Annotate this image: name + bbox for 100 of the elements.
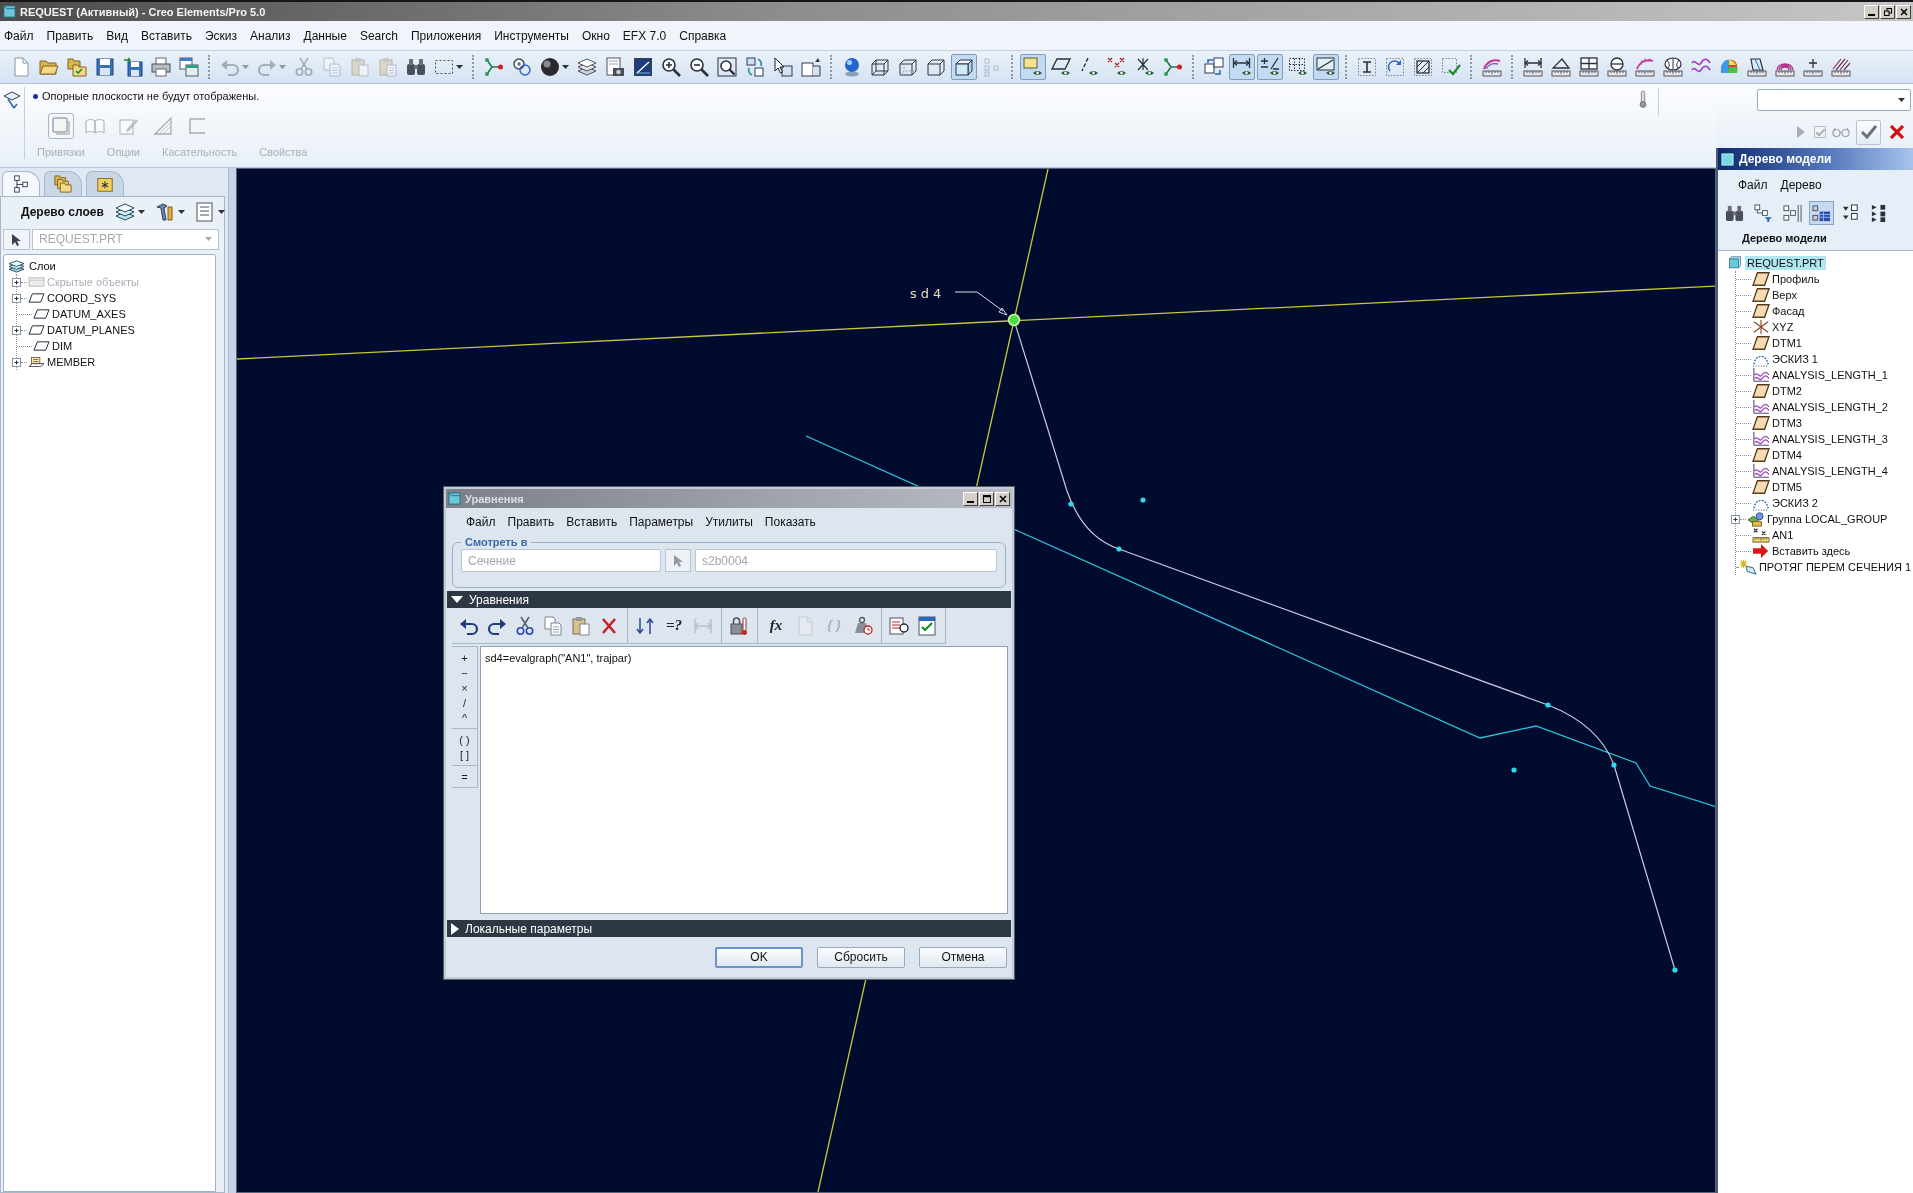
tree-item[interactable]: Фасад	[1770, 304, 1807, 318]
menu-item[interactable]: Править	[42, 25, 99, 46]
menu-item[interactable]: Вставить	[137, 25, 197, 46]
zoom-box-icon	[717, 57, 737, 77]
toolbar-button[interactable]: =?	[661, 612, 687, 639]
splitter-handle[interactable]	[228, 168, 236, 1193]
tree-item[interactable]: ANALYSIS_LENGTH_2	[1770, 400, 1890, 414]
menu-item[interactable]: Файл	[0, 25, 39, 46]
operator-button[interactable]: /	[452, 695, 477, 710]
menu-item[interactable]: Вид	[102, 25, 134, 46]
toolbar-button[interactable]	[1229, 54, 1255, 80]
section-header[interactable]: Локальные параметры	[447, 920, 1011, 937]
operator-button[interactable]: =	[452, 769, 477, 784]
clipboard-icon	[571, 615, 591, 636]
menu-item[interactable]: Данные	[299, 25, 352, 46]
menu-item[interactable]: Показать	[758, 513, 822, 531]
sphere-icon	[540, 57, 560, 77]
menu-item[interactable]: Дерево	[1776, 175, 1827, 195]
floppy-arrow-icon	[123, 57, 143, 77]
menu-item[interactable]: Окно	[577, 25, 615, 46]
tree-item[interactable]: DTM4	[1770, 448, 1804, 462]
square-eye-icon	[1023, 57, 1043, 77]
panel-tab[interactable]	[86, 171, 124, 196]
menu-item[interactable]: Эскиз	[200, 25, 242, 46]
dialog-button[interactable]: Сбросить	[817, 946, 905, 968]
tree-item[interactable]: ANALYSIS_LENGTH_3	[1770, 432, 1890, 446]
ball-pedestal-icon	[842, 57, 862, 77]
minimize-button[interactable]	[963, 491, 978, 506]
operator-button[interactable]: ×	[452, 680, 477, 695]
restore-button[interactable]	[1880, 4, 1895, 19]
menu-item[interactable]: Справка	[675, 25, 732, 46]
tree-item[interactable]: DTM3	[1770, 416, 1804, 430]
menu-item[interactable]: Анализ	[246, 25, 296, 46]
toolbar-button[interactable]	[1660, 54, 1686, 80]
section-header[interactable]: Уравнения	[447, 591, 1011, 608]
tree-item[interactable]: ЭСКИЗ 1	[1770, 352, 1820, 366]
menu-item[interactable]: Параметры	[623, 513, 700, 531]
toolbar-button[interactable]	[1576, 54, 1602, 80]
menu-item[interactable]: Утилиты	[699, 513, 759, 531]
menu-item[interactable]: Файл	[1734, 175, 1773, 195]
tree-item[interactable]: MEMBER	[45, 355, 98, 369]
tree-item[interactable]: DIM	[50, 339, 75, 353]
tree-item[interactable]: REQUEST.PRT	[1745, 256, 1826, 270]
undo-arrow-icon	[220, 57, 240, 77]
toolbar-button[interactable]	[951, 54, 977, 80]
panel-tab[interactable]	[2, 171, 40, 196]
tree-table-icon	[1812, 203, 1831, 223]
tree-item[interactable]: DATUM_AXES	[50, 307, 128, 321]
dialog-button[interactable]: OK	[715, 946, 803, 968]
operator-button[interactable]: ^	[452, 710, 477, 725]
toolbar-button[interactable]	[714, 54, 740, 80]
tree-item[interactable]: ANALYSIS_LENGTH_4	[1770, 464, 1890, 478]
equation-field[interactable]: sd4=evalgraph("AN1", trajpar)	[480, 646, 1008, 914]
menu-item[interactable]: Search	[355, 25, 403, 46]
tree-item[interactable]: ЭСКИЗ 2	[1770, 496, 1820, 510]
sort-arrows-icon	[635, 615, 655, 636]
tree-item[interactable]: DTM5	[1770, 480, 1804, 494]
toolbar-button[interactable]	[1257, 54, 1283, 80]
menu-item[interactable]: Вставить	[560, 513, 624, 531]
tree-item[interactable]: DTM1	[1770, 336, 1804, 350]
tolerance-eye-icon	[1260, 57, 1280, 77]
play-icon	[1797, 126, 1805, 138]
tree-item[interactable]: Верх	[1770, 288, 1799, 302]
status-message: Опорные плоскости не будут отображены.	[42, 90, 260, 102]
toolbar-button[interactable]	[1313, 54, 1339, 80]
operator-button[interactable]: [ ]	[452, 747, 477, 762]
combo-field[interactable]	[1757, 89, 1911, 111]
tree-item[interactable]: Слои	[27, 259, 58, 273]
confirm-button[interactable]	[1856, 119, 1881, 145]
tree-item[interactable]: DTM2	[1770, 384, 1804, 398]
binoculars-icon	[406, 57, 426, 77]
close-button[interactable]	[995, 491, 1010, 506]
tree-item[interactable]: ANALYSIS_LENGTH_1	[1770, 368, 1890, 382]
tree-item[interactable]: Вставить здесь	[1770, 544, 1853, 558]
tree-item[interactable]: ПРОТЯГ ПЕРЕМ СЕЧЕНИЯ 1	[1756, 560, 1913, 574]
close-button[interactable]	[1896, 4, 1911, 19]
maximize-button[interactable]	[979, 491, 994, 506]
tree-item[interactable]: Группа LOCAL_GROUP	[1765, 512, 1890, 526]
operator-button[interactable]: −	[452, 665, 477, 680]
menu-item[interactable]: Приложения	[406, 25, 487, 46]
operator-button[interactable]: +	[452, 650, 477, 665]
select-arrow-button[interactable]	[3, 228, 30, 250]
tree-item[interactable]: AN1	[1770, 528, 1796, 542]
toolbar-button[interactable]	[1604, 54, 1630, 80]
operator-button[interactable]: ( )	[452, 732, 477, 747]
minimize-button[interactable]	[1864, 4, 1879, 19]
toolbar-button[interactable]: fx	[763, 612, 789, 639]
menu-item[interactable]: Инструменты	[490, 25, 574, 46]
panel-tab[interactable]	[44, 171, 82, 196]
toolbar-button[interactable]	[1809, 201, 1834, 225]
linked-circles-icon	[512, 57, 532, 77]
tree-item[interactable]: XYZ	[1770, 320, 1796, 334]
menu-item[interactable]: Файл	[460, 513, 502, 531]
caret-icon	[279, 65, 286, 69]
dialog-button[interactable]: Отмена	[919, 946, 1007, 968]
menu-item[interactable]: Править	[501, 513, 561, 531]
menu-item[interactable]: EFX 7.0	[618, 25, 672, 46]
tree-item[interactable]: DATUM_PLANES	[45, 323, 137, 337]
tree-item[interactable]: Профиль	[1770, 272, 1822, 286]
tree-item[interactable]: COORD_SYS	[45, 291, 119, 305]
